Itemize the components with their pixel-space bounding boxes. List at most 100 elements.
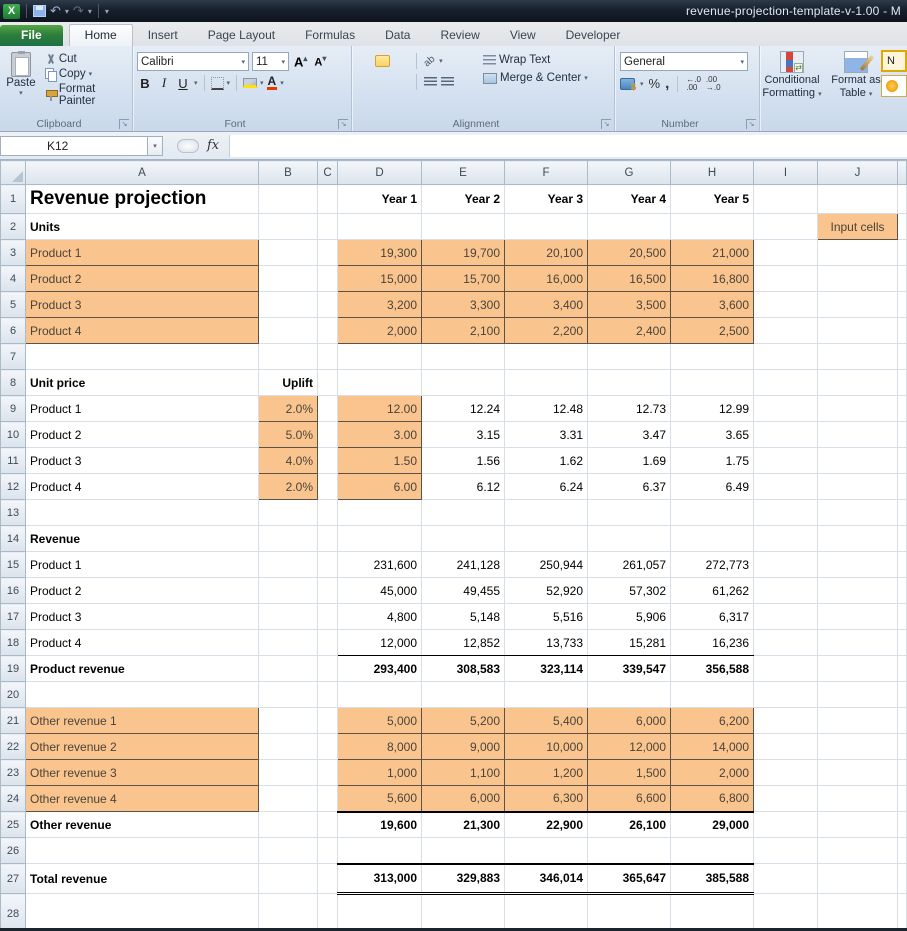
cell-A18[interactable]: Product 4 (26, 630, 259, 656)
cell-C3[interactable] (318, 240, 338, 266)
cell-B26[interactable] (259, 838, 318, 864)
redo-dropdown-icon[interactable]: ▾ (88, 7, 92, 16)
cell-B15[interactable] (259, 552, 318, 578)
tab-data[interactable]: Data (370, 25, 425, 46)
cell-D8[interactable] (338, 370, 422, 396)
cell-F28[interactable] (505, 894, 588, 931)
cell-D20[interactable] (338, 682, 422, 708)
cell-D19[interactable]: 293,400 (338, 656, 422, 682)
cell-D24[interactable]: 5,600 (338, 786, 422, 812)
cell-J13[interactable] (818, 500, 898, 526)
cell-A11[interactable]: Product 3 (26, 448, 259, 474)
cell-B19[interactable] (259, 656, 318, 682)
column-header-G[interactable]: G (588, 161, 671, 185)
cell-filler-21[interactable] (898, 708, 907, 734)
undo-icon[interactable]: ↶ (50, 5, 61, 17)
cell-G6[interactable]: 2,400 (588, 318, 671, 344)
cell-G17[interactable]: 5,906 (588, 604, 671, 630)
cell-A8[interactable]: Unit price (26, 370, 259, 396)
cell-H17[interactable]: 6,317 (671, 604, 754, 630)
font-color-button[interactable]: A (267, 76, 278, 90)
cell-B28[interactable] (259, 894, 318, 931)
cell-H25[interactable]: 29,000 (671, 812, 754, 838)
cell-C5[interactable] (318, 292, 338, 318)
cell-E8[interactable] (422, 370, 505, 396)
cell-C24[interactable] (318, 786, 338, 812)
cell-filler-15[interactable] (898, 552, 907, 578)
cell-G12[interactable]: 6.37 (588, 474, 671, 500)
cell-B27[interactable] (259, 864, 318, 894)
cell-B2[interactable] (259, 214, 318, 240)
cell-E15[interactable]: 241,128 (422, 552, 505, 578)
cell-H26[interactable] (671, 838, 754, 864)
cell-D3[interactable]: 19,300 (338, 240, 422, 266)
cell-B9[interactable]: 2.0% (259, 396, 318, 422)
cell-G23[interactable]: 1,500 (588, 760, 671, 786)
cell-B5[interactable] (259, 292, 318, 318)
cell-filler-26[interactable] (898, 838, 907, 864)
cell-J10[interactable] (818, 422, 898, 448)
cell-A24[interactable]: Other revenue 4 (26, 786, 259, 812)
cell-D21[interactable]: 5,000 (338, 708, 422, 734)
cell-C20[interactable] (318, 682, 338, 708)
excel-logo-icon[interactable]: X (3, 4, 20, 19)
row-header-19[interactable]: 19 (1, 656, 26, 682)
cell-filler-4[interactable] (898, 266, 907, 292)
redo-icon[interactable]: ↷ (73, 5, 84, 17)
cell-J9[interactable] (818, 396, 898, 422)
cell-J23[interactable] (818, 760, 898, 786)
cell-A1[interactable]: Revenue projection (26, 185, 259, 214)
cell-E6[interactable]: 2,100 (422, 318, 505, 344)
paste-dropdown-icon[interactable]: ▾ (0, 89, 42, 97)
cell-D12[interactable]: 6.00 (338, 474, 422, 500)
cell-C25[interactable] (318, 812, 338, 838)
cell-F22[interactable]: 10,000 (505, 734, 588, 760)
cell-J2[interactable]: Input cells (818, 214, 898, 240)
borders-dropdown-icon[interactable]: ▾ (227, 79, 231, 87)
align-left-button[interactable] (356, 76, 371, 88)
cell-I23[interactable] (754, 760, 818, 786)
bottom-align-button[interactable] (394, 55, 409, 67)
cell-B14[interactable] (259, 526, 318, 552)
cell-J8[interactable] (818, 370, 898, 396)
cell-G13[interactable] (588, 500, 671, 526)
cell-F18[interactable]: 13,733 (505, 630, 588, 656)
row-header-24[interactable]: 24 (1, 786, 26, 812)
cell-E23[interactable]: 1,100 (422, 760, 505, 786)
cell-C1[interactable] (318, 185, 338, 214)
cell-filler-2[interactable] (898, 214, 907, 240)
tab-home[interactable]: Home (69, 24, 133, 46)
cell-F5[interactable]: 3,400 (505, 292, 588, 318)
cell-G11[interactable]: 1.69 (588, 448, 671, 474)
cell-H12[interactable]: 6.49 (671, 474, 754, 500)
row-header-4[interactable]: 4 (1, 266, 26, 292)
cell-C15[interactable] (318, 552, 338, 578)
cell-F6[interactable]: 2,200 (505, 318, 588, 344)
cell-B17[interactable] (259, 604, 318, 630)
cell-A15[interactable]: Product 1 (26, 552, 259, 578)
cell-I3[interactable] (754, 240, 818, 266)
save-icon[interactable] (33, 5, 46, 17)
row-header-5[interactable]: 5 (1, 292, 26, 318)
cell-filler-24[interactable] (898, 786, 907, 812)
middle-align-button[interactable] (375, 55, 390, 67)
cell-A6[interactable]: Product 4 (26, 318, 259, 344)
row-header-23[interactable]: 23 (1, 760, 26, 786)
cell-J27[interactable] (818, 864, 898, 894)
row-header-12[interactable]: 12 (1, 474, 26, 500)
underline-button[interactable]: U (175, 76, 191, 91)
row-header-13[interactable]: 13 (1, 500, 26, 526)
cell-style-item[interactable] (881, 75, 907, 97)
shrink-font-button[interactable]: A▾ (312, 54, 328, 69)
cell-D26[interactable] (338, 838, 422, 864)
cell-G25[interactable]: 26,100 (588, 812, 671, 838)
cell-F20[interactable] (505, 682, 588, 708)
cell-G9[interactable]: 12.73 (588, 396, 671, 422)
cell-I10[interactable] (754, 422, 818, 448)
cell-J21[interactable] (818, 708, 898, 734)
cell-A16[interactable]: Product 2 (26, 578, 259, 604)
cell-B8[interactable]: Uplift (259, 370, 318, 396)
cell-F10[interactable]: 3.31 (505, 422, 588, 448)
cell-F26[interactable] (505, 838, 588, 864)
cell-E25[interactable]: 21,300 (422, 812, 505, 838)
